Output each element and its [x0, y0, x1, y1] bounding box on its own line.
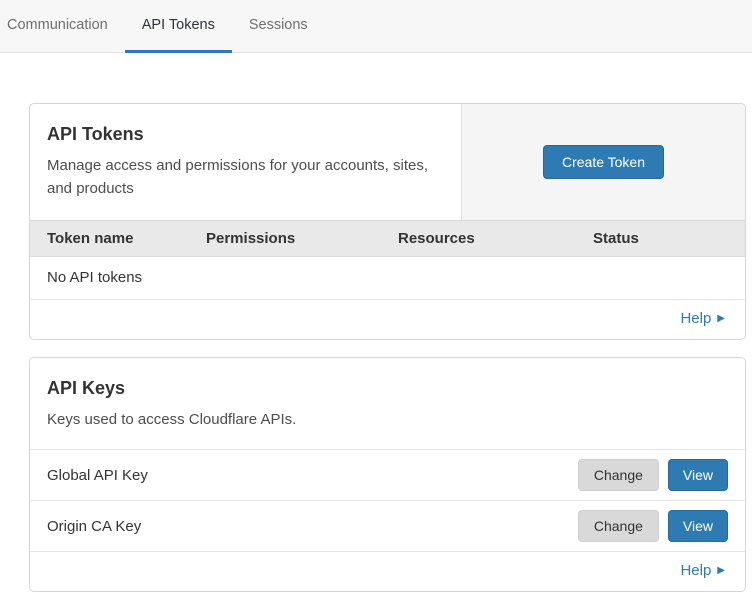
help-arrow-icon: ▶ [717, 314, 725, 324]
help-link-label: Help [680, 310, 711, 327]
api-tokens-card-header: API Tokens Manage access and permissions… [30, 104, 745, 220]
origin-ca-key-label: Origin CA Key [47, 518, 141, 535]
api-keys-card-header: API Keys Keys used to access Cloudflare … [30, 358, 745, 450]
column-status: Status [576, 230, 745, 247]
column-token-name: Token name [30, 230, 189, 247]
help-link-label: Help [680, 562, 711, 579]
global-api-key-row: Global API Key Change View [30, 450, 745, 501]
page-content: API Tokens Manage access and permissions… [0, 53, 752, 592]
global-api-key-view-button[interactable]: View [668, 459, 728, 491]
global-api-key-change-button[interactable]: Change [578, 459, 659, 491]
origin-ca-key-actions: Change View [578, 510, 728, 542]
api-tokens-title: API Tokens [47, 124, 437, 145]
origin-ca-key-change-button[interactable]: Change [578, 510, 659, 542]
api-keys-help-link[interactable]: Help ▶ [680, 562, 725, 579]
api-tokens-card: API Tokens Manage access and permissions… [29, 103, 746, 340]
column-permissions: Permissions [189, 230, 381, 247]
global-api-key-label: Global API Key [47, 467, 148, 484]
origin-ca-key-view-button[interactable]: View [668, 510, 728, 542]
column-resources: Resources [381, 230, 576, 247]
api-tokens-help-link[interactable]: Help ▶ [680, 310, 725, 327]
tab-sessions[interactable]: Sessions [232, 0, 325, 53]
api-keys-title: API Keys [47, 378, 728, 399]
global-api-key-actions: Change View [578, 459, 728, 491]
create-token-button[interactable]: Create Token [543, 145, 664, 179]
api-keys-footer: Help ▶ [30, 552, 745, 591]
api-tokens-footer: Help ▶ [30, 300, 745, 339]
tab-api-tokens[interactable]: API Tokens [125, 0, 232, 53]
api-keys-card: API Keys Keys used to access Cloudflare … [29, 357, 746, 592]
api-keys-subtitle: Keys used to access Cloudflare APIs. [47, 408, 728, 431]
tab-communication[interactable]: Communication [0, 0, 125, 53]
help-arrow-icon: ▶ [717, 566, 725, 576]
tab-bar: Communication API Tokens Sessions [0, 0, 752, 53]
api-tokens-header-text: API Tokens Manage access and permissions… [30, 104, 461, 220]
tokens-table-header: Token name Permissions Resources Status [30, 220, 745, 257]
api-tokens-action-panel: Create Token [461, 104, 745, 220]
tokens-empty-message: No API tokens [30, 257, 745, 300]
api-tokens-subtitle: Manage access and permissions for your a… [47, 154, 437, 201]
origin-ca-key-row: Origin CA Key Change View [30, 501, 745, 552]
